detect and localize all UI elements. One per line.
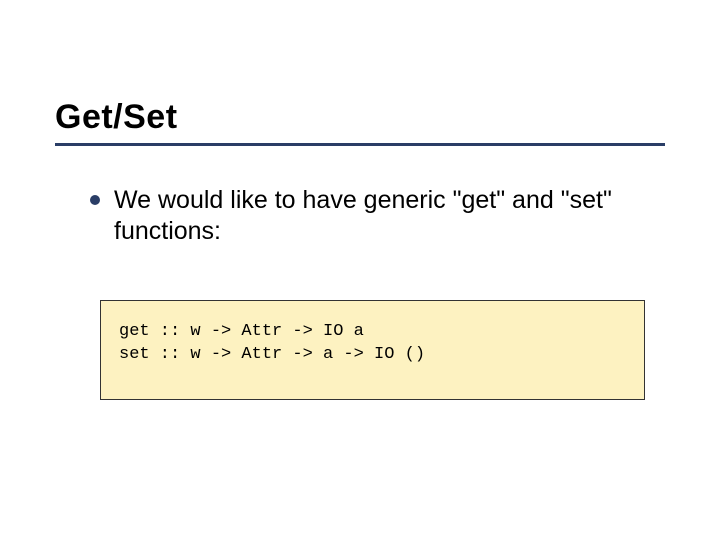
bullet-text: We would like to have generic "get" and …: [114, 185, 660, 248]
code-box: get :: w -> Attr -> IO a set :: w -> Att…: [100, 300, 645, 400]
body-block: We would like to have generic "get" and …: [90, 185, 660, 248]
title-underline: [55, 143, 665, 146]
title-block: Get/Set: [55, 98, 665, 146]
code-line-1: get :: w -> Attr -> IO a: [119, 321, 626, 344]
slide-title: Get/Set: [55, 98, 665, 137]
code-line-2: set :: w -> Attr -> a -> IO (): [119, 344, 626, 367]
slide: Get/Set We would like to have generic "g…: [0, 0, 720, 540]
bullet-icon: [90, 195, 100, 205]
bullet-item: We would like to have generic "get" and …: [90, 185, 660, 248]
